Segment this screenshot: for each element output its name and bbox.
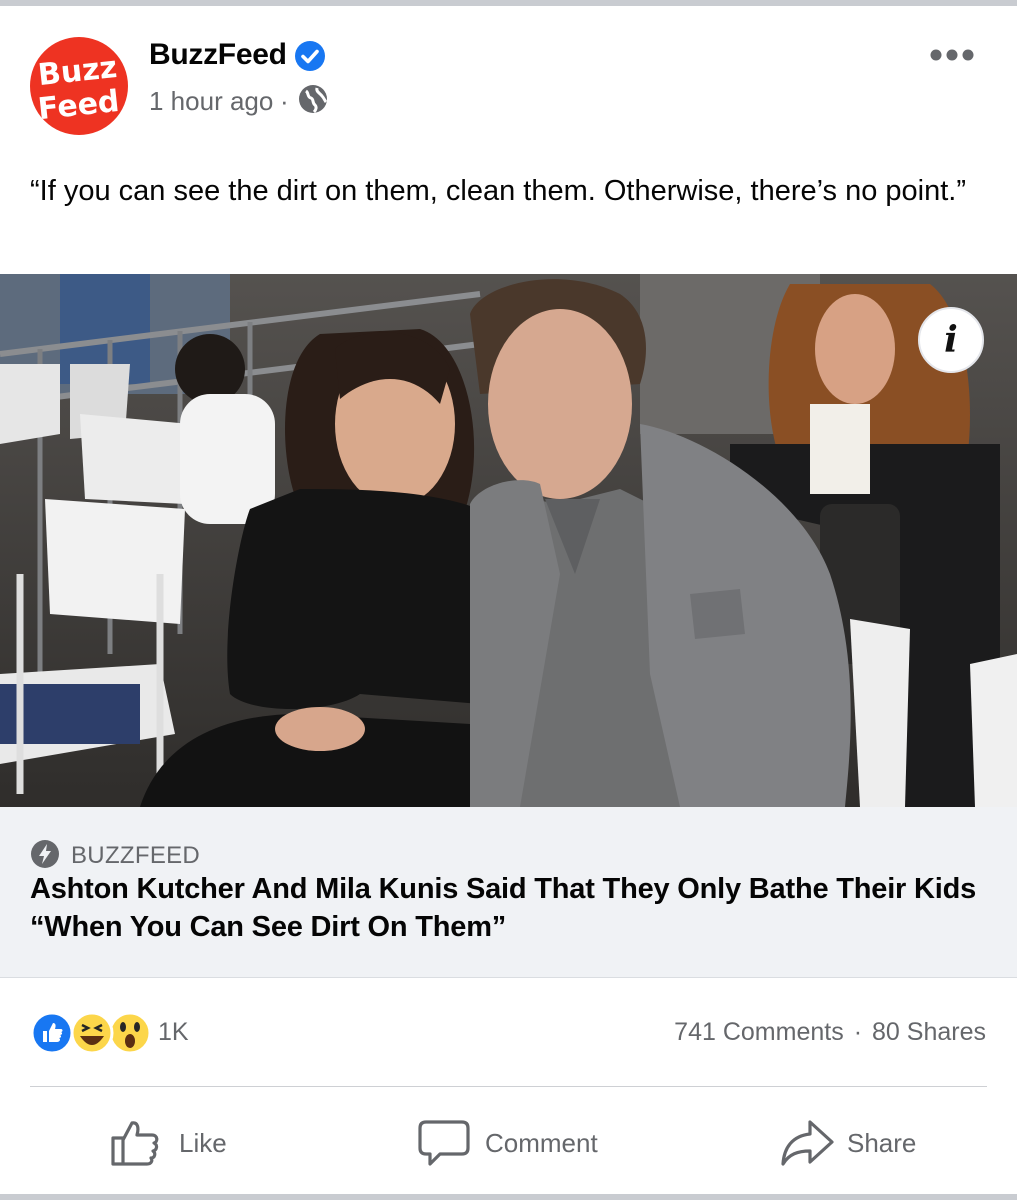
like-button[interactable]: Like: [108, 1110, 238, 1176]
actions-divider: [30, 1086, 987, 1087]
bottom-divider: [0, 1194, 1017, 1200]
comment-label: Comment: [485, 1128, 598, 1158]
top-divider: [0, 0, 1017, 6]
comment-icon: [418, 1120, 470, 1166]
globe-icon: [299, 85, 328, 114]
page-avatar[interactable]: Buzz Feed: [30, 37, 128, 135]
post-caption: “If you can see the dirt on them, clean …: [30, 175, 967, 207]
reaction-count[interactable]: 1K: [158, 1018, 189, 1047]
link-title[interactable]: Ashton Kutcher And Mila Kunis Said That …: [30, 870, 990, 946]
like-reaction-icon: [30, 1011, 74, 1055]
wow-reaction-icon: [108, 1011, 152, 1055]
info-icon[interactable]: i: [918, 307, 984, 373]
bolt-icon: [31, 840, 59, 868]
verified-badge-icon: [295, 41, 325, 71]
photo-illustration: [0, 274, 1017, 807]
reaction-icons[interactable]: [30, 1010, 160, 1056]
more-options-icon[interactable]: [927, 42, 977, 68]
comments-count[interactable]: 741 Comments: [674, 1018, 844, 1046]
buzzfeed-logo: Buzz Feed: [36, 49, 122, 128]
shares-count[interactable]: 80 Shares: [872, 1018, 986, 1046]
comment-button[interactable]: Comment: [418, 1110, 608, 1176]
stats-separator: ·: [853, 1018, 863, 1046]
like-label: Like: [179, 1128, 227, 1158]
post-stats: 741 Comments · 80 Shares: [674, 1018, 986, 1047]
share-label: Share: [847, 1128, 917, 1158]
post-timestamp[interactable]: 1 hour ago: [149, 86, 273, 117]
haha-reaction-icon: [70, 1011, 114, 1055]
share-button[interactable]: Share: [780, 1110, 920, 1176]
share-icon: [781, 1120, 834, 1166]
post-photo[interactable]: [0, 274, 1017, 807]
link-source: BUZZFEED: [71, 842, 201, 869]
time-separator: ·: [280, 86, 289, 116]
thumbs-up-icon: [111, 1121, 159, 1166]
page-name[interactable]: BuzzFeed: [149, 38, 287, 72]
